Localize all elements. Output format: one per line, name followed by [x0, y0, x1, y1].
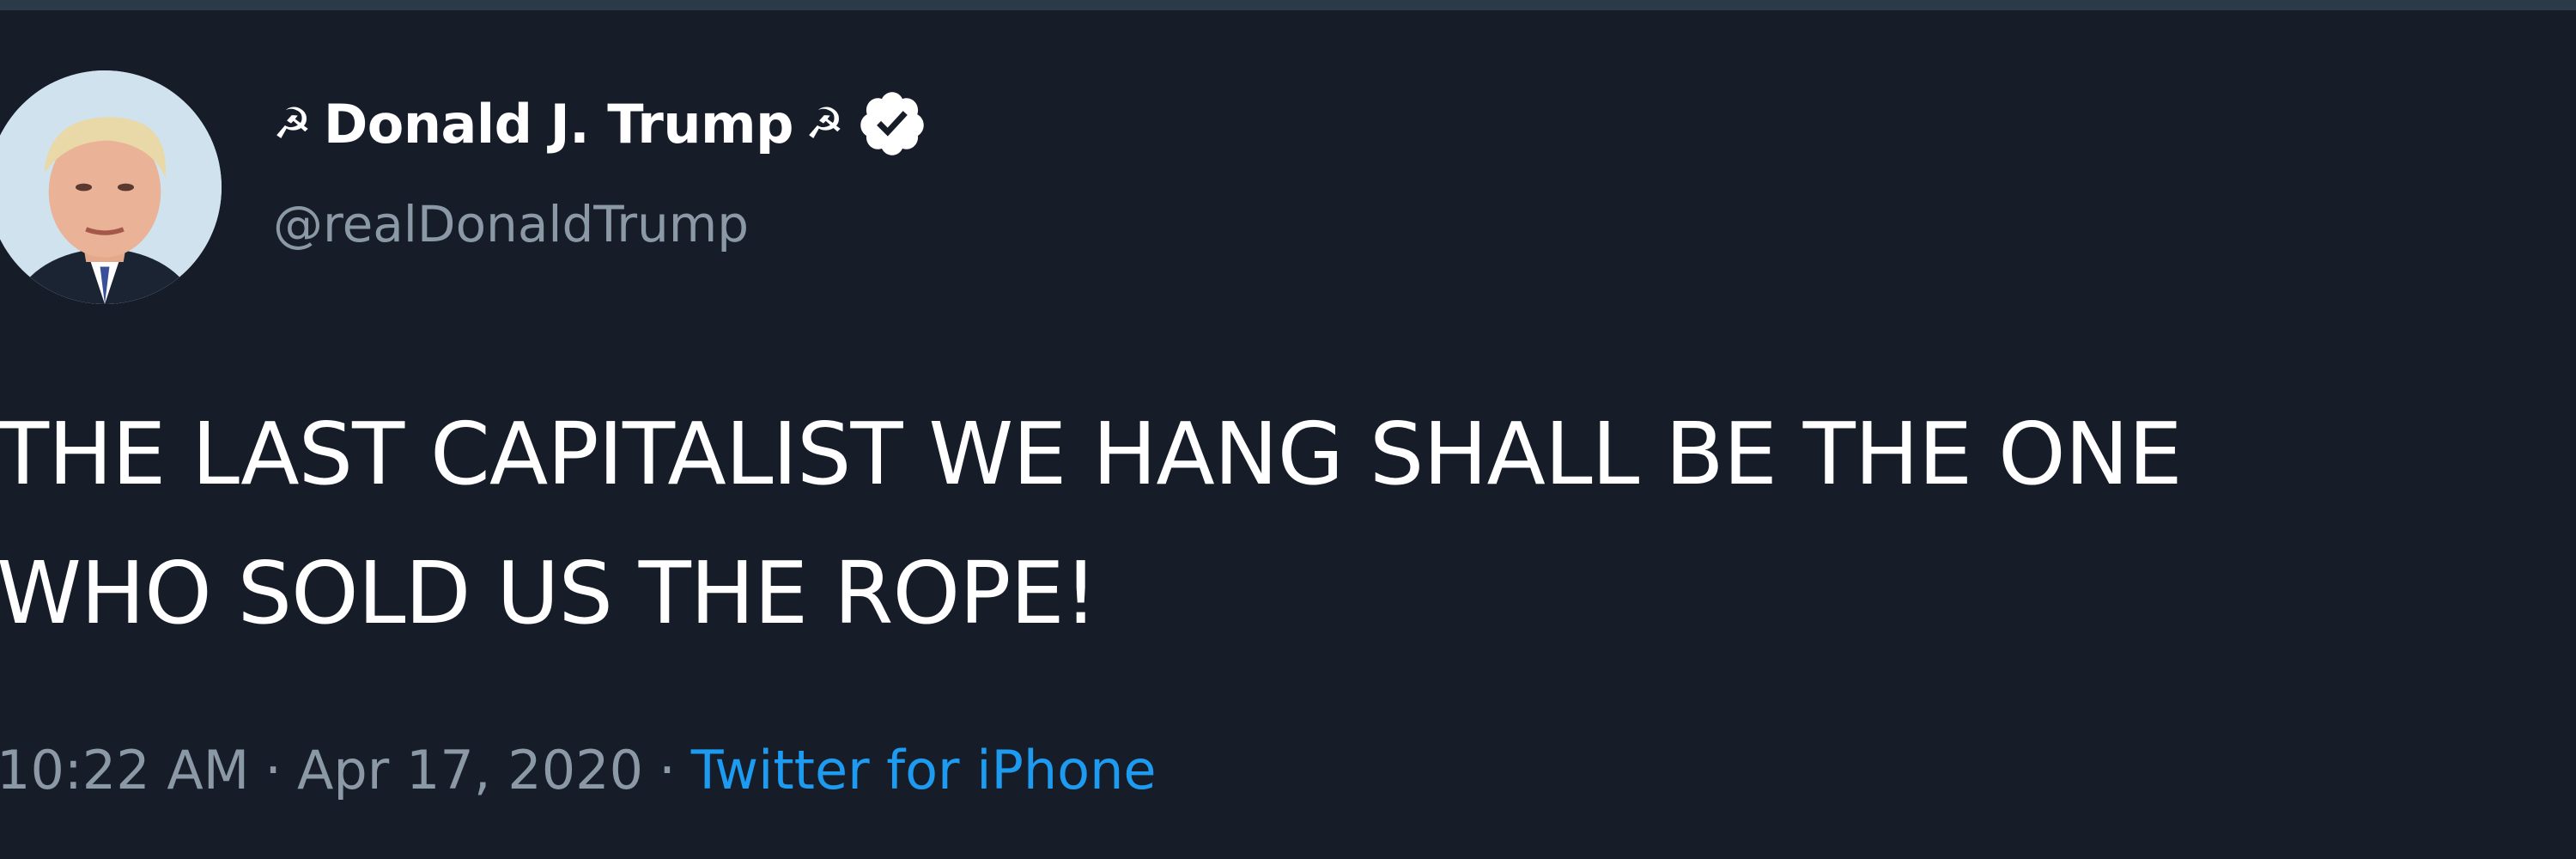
tweet-metadata: 10:22 AM · Apr 17, 2020 · Twitter for iP… — [0, 739, 1157, 801]
avatar[interactable] — [0, 70, 222, 304]
display-name[interactable]: Donald J. Trump — [324, 93, 794, 155]
separator: · — [659, 739, 676, 801]
tweet-date[interactable]: Apr 17, 2020 — [297, 739, 643, 801]
separator: · — [264, 739, 283, 801]
author-name-row: ☭ Donald J. Trump ☭ — [273, 89, 928, 158]
verified-badge-icon — [856, 88, 928, 160]
hammer-sickle-icon-right: ☭ — [805, 99, 844, 149]
tweet-text-line: THE LAST CAPITALIST WE HANG SHALL BE THE… — [0, 404, 2183, 504]
tweet-text: THE LAST CAPITALIST WE HANG SHALL BE THE… — [0, 385, 2555, 663]
tweet-source-link[interactable]: Twitter for iPhone — [691, 739, 1157, 801]
avatar-image — [0, 70, 222, 304]
hammer-sickle-icon-left: ☭ — [273, 99, 312, 149]
tweet-text-line: WHO SOLD US THE ROPE! — [0, 543, 1098, 643]
tweet-time[interactable]: 10:22 AM — [0, 739, 249, 801]
top-divider — [0, 0, 2576, 10]
author-handle[interactable]: @realDonaldTrump — [273, 195, 749, 253]
tweet-card: ☭ Donald J. Trump ☭ @realDonaldTrump THE… — [0, 10, 2576, 859]
